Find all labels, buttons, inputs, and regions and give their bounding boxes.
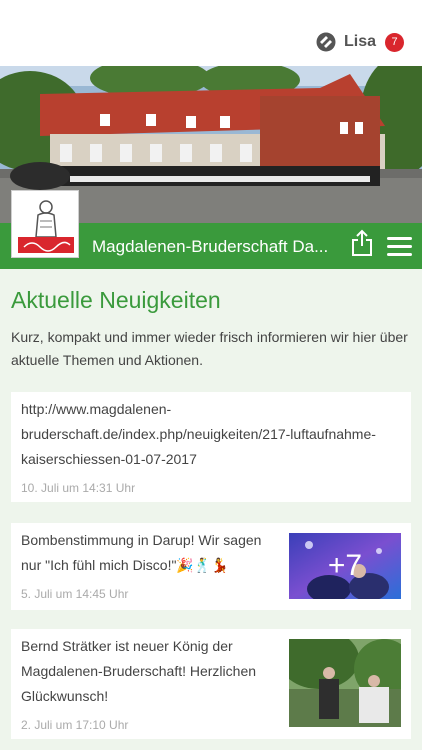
hamburger-menu-icon[interactable] (387, 237, 412, 257)
news-post[interactable]: Bombenstimmung in Darup! Wir sagen nur "… (11, 523, 411, 610)
share-icon[interactable] (350, 229, 374, 257)
top-bar: Lisa 7 (0, 0, 422, 66)
app-logo-icon (316, 32, 336, 52)
user-menu[interactable]: Lisa 7 (316, 32, 404, 52)
club-logo[interactable] (11, 190, 79, 258)
post-date: 5. Juli um 14:45 Uhr (21, 587, 129, 601)
section-title: Aktuelle Neuigkeiten (11, 287, 221, 313)
post-text: Bombenstimmung in Darup! Wir sagen nur "… (21, 532, 262, 573)
notification-badge[interactable]: 7 (385, 32, 404, 52)
more-images-count: +7 (327, 549, 363, 582)
post-image[interactable] (289, 639, 401, 727)
post-date: 2. Juli um 17:10 Uhr (21, 718, 129, 732)
post-date: 10. Juli um 14:31 Uhr (21, 481, 136, 495)
post-image-gallery[interactable]: +7 (289, 533, 401, 599)
news-post[interactable]: http://www.magdalenen- bruderschaft.de/i… (11, 392, 411, 502)
app-title: Magdalenen-Bruderschaft Da... (92, 237, 329, 256)
news-post[interactable]: Bernd Strätker ist neuer König der Magda… (11, 629, 411, 739)
post-text: http://www.magdalenen- bruderschaft.de/i… (21, 401, 376, 467)
user-name[interactable]: Lisa (344, 33, 376, 51)
section-description: Kurz, kompakt und immer wieder frisch in… (11, 329, 408, 368)
post-text: Bernd Strätker ist neuer König der Magda… (21, 638, 257, 704)
